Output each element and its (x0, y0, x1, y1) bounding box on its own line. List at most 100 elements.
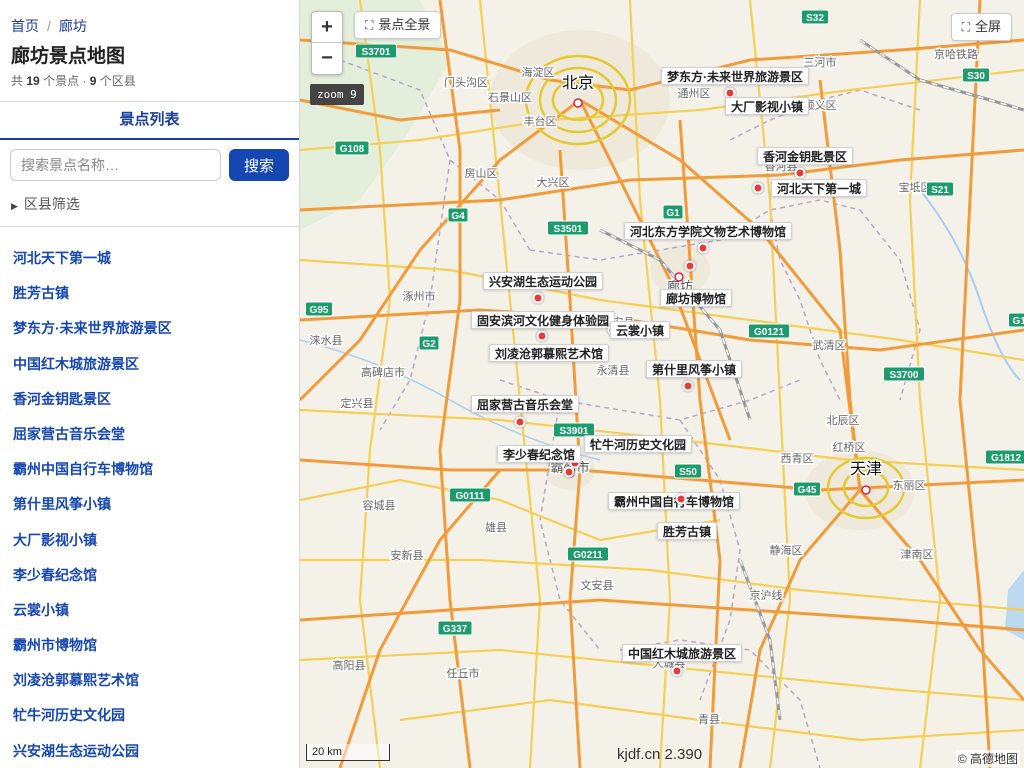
city-center-dot (573, 98, 583, 108)
spot-marker[interactable] (671, 665, 683, 677)
map-place-label: 静海区 (770, 543, 803, 557)
road-shield-label: G0211 (573, 550, 603, 561)
map-place-label: 文安县 (581, 578, 614, 592)
spot-list-item[interactable]: 霸州市博物馆 (0, 628, 299, 663)
overview-button[interactable]: ⛶ 景点全景 (354, 11, 442, 39)
spot-marker[interactable] (682, 380, 694, 392)
spot-list-item[interactable]: 第什里风筝小镇 (0, 487, 299, 522)
road-shield-label: S3501 (554, 224, 583, 235)
map-place-label: 房山区 (465, 167, 498, 180)
spot-marker-label[interactable]: 大厂影视小镇 (724, 97, 810, 115)
spots-unit: 个景点 · (43, 74, 87, 88)
districts-unit: 个区县 (99, 74, 136, 88)
road-shield-label: S30 (967, 71, 985, 82)
road-shield-label: G4 (451, 211, 465, 222)
spot-marker-label[interactable]: 霸州中国自行车博物馆 (607, 492, 741, 510)
spot-marker-label[interactable]: 河北天下第一城 (770, 179, 868, 197)
spot-marker[interactable] (514, 416, 526, 428)
search-input[interactable] (10, 149, 221, 181)
map-place-label: 东丽区 (893, 479, 926, 492)
scale-bar: 20 km (306, 744, 390, 761)
spot-list-item[interactable]: 李少春纪念馆 (0, 558, 299, 593)
map-view[interactable]: 北京天津廊坊霸州市海淀区丰台区石景山区门头沟区通州区三河市大兴区房山区香河县涿州… (300, 0, 1024, 768)
spot-list-item[interactable]: 河北天下第一城 (0, 241, 299, 276)
zoom-level-badge: zoom 9 (310, 84, 364, 105)
map-place-label: 安新县 (391, 548, 424, 562)
map-place-label: 大兴区 (537, 175, 570, 189)
spot-list-item[interactable]: 香河金钥匙景区 (0, 382, 299, 417)
spot-marker-label[interactable]: 河北东方学院文物艺术博物馆 (623, 222, 793, 240)
breadcrumb-home-link[interactable]: 首页 (11, 18, 39, 34)
district-filter-label: 区县筛选 (23, 196, 80, 212)
spot-marker[interactable] (536, 330, 548, 342)
road-shield-label: G108 (340, 144, 365, 155)
city-center-dot (674, 272, 684, 282)
spot-list-item[interactable]: 中国红木城旅游景区 (0, 347, 299, 382)
map-place-label: 丰台区 (524, 114, 557, 128)
breadcrumb-separator: / (47, 18, 51, 34)
zoom-in-button[interactable]: + (312, 12, 342, 43)
search-button[interactable]: 搜索 (229, 149, 289, 181)
spot-list-item[interactable]: 兴安湖生态运动公园 (0, 734, 299, 768)
road-shield-label: G1 (666, 208, 680, 219)
spot-list-item[interactable]: 大厂影视小镇 (0, 523, 299, 558)
zoom-out-button[interactable]: − (312, 43, 342, 74)
spots-count: 19 (26, 74, 40, 88)
spot-list-item[interactable]: 胜芳古镇 (0, 276, 299, 311)
spot-marker-label[interactable]: 香河金钥匙景区 (756, 147, 854, 165)
map-place-label: 永清县 (597, 363, 630, 377)
map-place-label: 北京 (562, 74, 594, 92)
spot-marker-label[interactable]: 第什里风筝小镇 (645, 360, 743, 378)
spot-marker-label[interactable]: 牤牛河历史文化园 (583, 435, 693, 453)
spot-list-item[interactable]: 牤牛河历史文化园 (0, 698, 299, 733)
breadcrumb-current-link[interactable]: 廊坊 (59, 18, 87, 34)
road-shield-label: G18 (1013, 316, 1024, 327)
spot-list-item[interactable]: 屈家营古音乐会堂 (0, 417, 299, 452)
city-center-dot (861, 485, 871, 495)
road-shield-label: G95 (310, 305, 329, 316)
spot-marker-label[interactable]: 屈家营古音乐会堂 (470, 395, 580, 413)
spot-marker-label[interactable]: 刘凌沧郭慕熙艺术馆 (488, 344, 610, 362)
spot-marker-label[interactable]: 中国红木城旅游景区 (621, 644, 743, 662)
spot-marker-label[interactable]: 梦东方·未来世界旅游景区 (661, 67, 809, 85)
district-filter-toggle[interactable]: ▶ 区县筛选 (11, 194, 80, 214)
spot-marker-label[interactable]: 云裳小镇 (609, 321, 671, 339)
spot-list-item[interactable]: 霸州中国自行车博物馆 (0, 452, 299, 487)
spot-list-item[interactable]: 刘凌沧郭慕熙艺术馆 (0, 663, 299, 698)
map-place-label: 石景山区 (488, 91, 532, 104)
spot-marker-label[interactable]: 兴安湖生态运动公园 (482, 272, 604, 290)
expand-icon: ⛶ (365, 18, 374, 32)
divider (0, 226, 299, 227)
road-shield-label: G0111 (456, 491, 485, 502)
map-place-label: 京哈铁路 (934, 47, 978, 61)
spot-marker[interactable] (563, 466, 575, 478)
summary-prefix: 共 (11, 74, 24, 88)
tab-spot-list[interactable]: 景点列表 (0, 102, 299, 140)
map-place-label: 京沪线 (750, 588, 783, 602)
road-shield-label: G2 (422, 339, 436, 350)
road-shield-label: G45 (798, 485, 817, 496)
caret-right-icon: ▶ (11, 201, 18, 211)
map-place-label: 高阳县 (333, 658, 366, 672)
spot-list-item[interactable]: 梦东方·未来世界旅游景区 (0, 311, 299, 346)
spot-marker[interactable] (532, 292, 544, 304)
spot-marker[interactable] (684, 260, 696, 272)
fullscreen-button[interactable]: ⛶ 全屏 (950, 13, 1012, 41)
spot-marker[interactable] (794, 167, 806, 179)
spot-marker[interactable] (752, 182, 764, 194)
spot-marker-label[interactable]: 廊坊博物馆 (659, 289, 733, 307)
spot-marker[interactable] (675, 493, 687, 505)
spot-marker[interactable] (697, 242, 709, 254)
spot-marker-label[interactable]: 李少春纪念馆 (496, 445, 582, 463)
app-window: 首页 / 廊坊 廊坊景点地图 共 19 个景点 · 9 个区县 景点列表 搜索 ▶ 区… (0, 0, 1024, 768)
fullscreen-icon: ⛶ (961, 20, 970, 34)
spot-list-item[interactable]: 云裳小镇 (0, 593, 299, 628)
spot-marker-label[interactable]: 胜芳古镇 (656, 522, 718, 540)
spot-list: 河北天下第一城 胜芳古镇 梦东方·未来世界旅游景区 中国红木城旅游景区 香河金钥匙景区屈… (0, 241, 299, 768)
road-shield-label: S50 (679, 467, 697, 478)
spot-marker-label[interactable]: 固安滨河文化健身体验园 (470, 311, 616, 329)
map-place-label: 涞水县 (310, 334, 343, 347)
map-place-label: 津南区 (901, 548, 934, 561)
map-place-label: 青县 (698, 713, 720, 726)
spot-summary: 共 19 个景点 · 9 个区县 (11, 72, 136, 89)
